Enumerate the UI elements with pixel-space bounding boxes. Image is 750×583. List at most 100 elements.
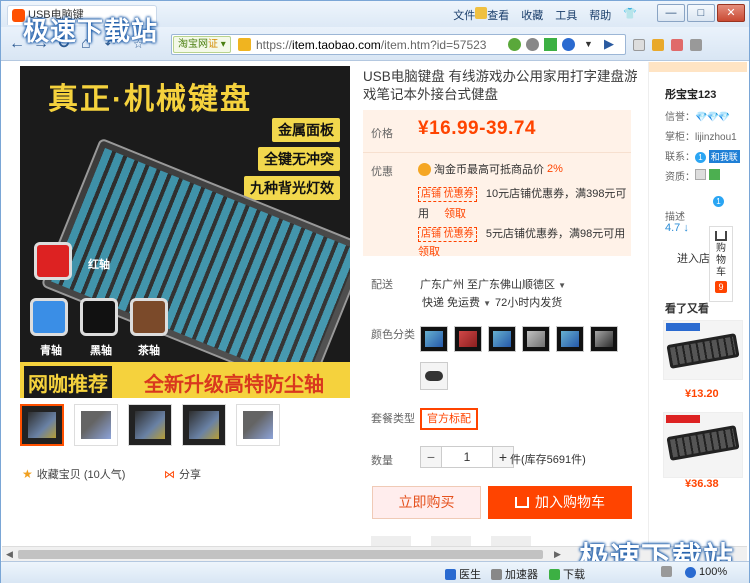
color-option-mouse[interactable] (420, 362, 448, 390)
color-option[interactable] (420, 326, 448, 352)
stock-text: 件(库存5691件) (510, 454, 586, 466)
cart-icon (715, 231, 727, 241)
thumbnail[interactable] (236, 404, 280, 446)
grid-icon[interactable] (633, 39, 645, 51)
package-option[interactable]: 官方标配 (420, 408, 478, 430)
settings-icon[interactable] (526, 38, 539, 51)
status-bar: 医生 加速器 下载 100% (1, 561, 749, 583)
main-product-image[interactable]: 真正·机械键盘 金属面板 全键无冲突 九种背光灯效 红轴 青轴 黑轴 茶轴 网咖… (20, 66, 350, 398)
thumbnail[interactable] (20, 404, 64, 446)
maximize-button[interactable]: □ (687, 4, 715, 22)
share-button[interactable]: ⋈ 分享 (164, 466, 201, 482)
zoom-icon (685, 566, 696, 578)
switch-label-black: 黑轴 (90, 345, 112, 357)
enter-shop-button[interactable]: 进入店 (677, 250, 710, 266)
accelerator-item[interactable]: 加速器 (491, 566, 538, 582)
image-headline: 真正·机械键盘 (48, 83, 252, 116)
web-page: 真正·机械键盘 金属面板 全键无冲突 九种背光灯效 红轴 青轴 黑轴 茶轴 网咖… (2, 62, 747, 546)
buy-now-button[interactable]: 立即购买 (372, 486, 481, 519)
menu-view[interactable]: 查看 (487, 7, 509, 23)
badge-icon (695, 169, 706, 180)
color-option[interactable] (454, 326, 482, 352)
site-identity-tag[interactable]: 淘宝网证 ▾ (173, 36, 231, 53)
recommended-item[interactable] (663, 320, 743, 380)
doctor-icon (445, 568, 456, 580)
color-option[interactable] (488, 326, 516, 352)
menu-tools[interactable]: 工具 (555, 7, 577, 23)
coin-offer: 淘金币最高可抵商品价 2% (418, 161, 563, 177)
info-icon: 1 (713, 196, 724, 207)
url-text[interactable]: https://item.taobao.com/item.htm?id=5752… (256, 37, 501, 53)
rec-price-2: ¥36.38 (685, 478, 719, 490)
favorites-icon[interactable] (652, 39, 664, 51)
scroll-left-icon[interactable]: ◀ (6, 549, 13, 560)
product-title: USB电脑键盘 有线游戏办公用家用打字建盘游戏笔记本外接台式健盘 (363, 69, 638, 102)
close-button[interactable]: ✕ (717, 4, 745, 22)
qty-input[interactable]: 1 (442, 446, 492, 468)
doctor-item[interactable]: 医生 (445, 566, 481, 582)
menu-help[interactable]: 帮助 (589, 7, 611, 23)
go-icon[interactable]: ▶ (604, 36, 617, 51)
shop-banner (649, 62, 747, 72)
menu-file[interactable]: 文件 (453, 7, 475, 23)
recycle-icon[interactable] (508, 38, 521, 51)
qty-minus-button[interactable]: − (420, 446, 442, 468)
feature-3: 九种背光灯效 (244, 176, 340, 200)
add-to-cart-button[interactable]: 加入购物车 (488, 486, 632, 519)
metric-label: 描述 (665, 212, 685, 223)
side-cart-button[interactable]: 购物车 9 (709, 226, 733, 302)
thumbnail[interactable] (182, 404, 226, 446)
lightning-icon[interactable] (544, 38, 557, 51)
skin-icon[interactable]: 👕 (623, 7, 637, 23)
price-value: ¥16.99-39.74 (418, 118, 536, 139)
window-controls: — □ ✕ (657, 4, 745, 22)
coupon-2-get: 领取 (418, 243, 440, 259)
rec-price-1: ¥13.20 (685, 388, 719, 400)
ship-to-select[interactable]: 广东佛山顺德区 ▼ (478, 276, 566, 292)
color-options (420, 326, 618, 352)
dropdown-icon[interactable]: ▼ (584, 39, 597, 52)
blue-switch-icon (30, 298, 68, 336)
qty-label: 数量 (371, 455, 393, 467)
shop-sidebar: 彤宝宝123 信誉：💎💎💎 掌柜：lijinzhou1 联系： 1 和我联 资质：… (648, 62, 747, 546)
extension-icons (633, 39, 702, 51)
lock-icon (238, 38, 251, 51)
scroll-right-icon[interactable]: ▶ (554, 549, 561, 560)
thumbnail[interactable] (128, 404, 172, 446)
brown-switch-icon (130, 298, 168, 336)
menu-dropdown-icon[interactable] (690, 39, 702, 51)
thumbnail[interactable] (74, 404, 118, 446)
cart-icon (515, 497, 529, 508)
url-bar[interactable]: 淘宝网证 ▾ https://item.taobao.com/item.htm?… (171, 34, 626, 55)
zoom-item[interactable]: 100% (685, 566, 727, 578)
translate-icon[interactable] (671, 39, 683, 51)
seen-title: 看了又看 (665, 303, 709, 315)
package-label: 套餐类型 (371, 413, 415, 425)
shop-contact[interactable]: 联系： 1 和我联 (665, 148, 740, 163)
collect-button[interactable]: ★ 收藏宝贝 (10人气) (22, 466, 125, 482)
cart-count-badge: 9 (715, 281, 727, 293)
scrollbar-thumb[interactable] (18, 550, 543, 559)
feature-1: 金属面板 (272, 118, 340, 142)
service-item-1 (371, 536, 411, 546)
ship-fee-select[interactable]: 快递 免运费 ▼ (422, 294, 491, 310)
get-coupon-2-link[interactable]: 领取 (418, 246, 440, 258)
accelerator-icon (491, 568, 502, 580)
get-coupon-1-link[interactable]: 领取 (444, 208, 466, 220)
red-switch-icon (34, 242, 72, 280)
speaker-item[interactable] (661, 566, 672, 577)
share-icon: ⋈ (164, 468, 175, 481)
color-option[interactable] (522, 326, 550, 352)
coupon-1-get: 用 领取 (418, 208, 467, 220)
download-item[interactable]: 下载 (549, 566, 585, 582)
browser-window: USB电脑键 文件 查看 收藏 工具 帮助 👕 — □ ✕ ← → ↻ ⌂ ↶ … (0, 0, 750, 583)
minimize-button[interactable]: — (657, 4, 685, 22)
color-option[interactable] (556, 326, 584, 352)
promo-label: 优惠 (371, 166, 393, 178)
color-option[interactable] (590, 326, 618, 352)
recommended-item[interactable] (663, 412, 743, 478)
shop-name[interactable]: 彤宝宝123 (665, 86, 716, 102)
menu-favorites[interactable]: 收藏 (521, 7, 543, 23)
refresh-page-icon[interactable] (562, 38, 575, 51)
ship-label: 配送 (371, 279, 393, 291)
